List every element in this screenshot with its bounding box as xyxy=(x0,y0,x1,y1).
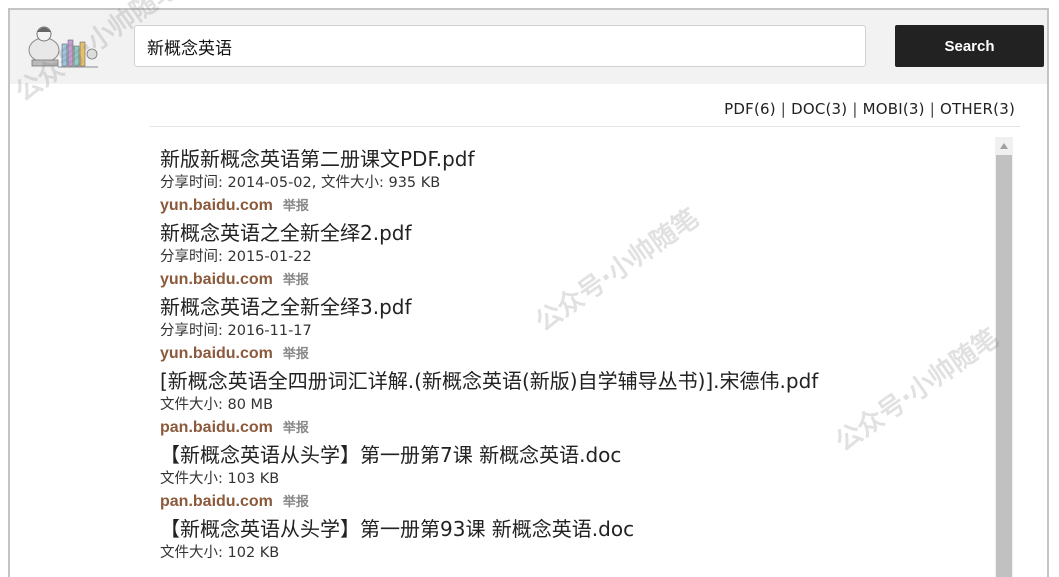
result-item: 新概念英语之全新全绎3.pdf 分享时间: 2016-11-17 yun.bai… xyxy=(160,294,980,368)
scroll-up-button[interactable] xyxy=(995,137,1013,155)
result-meta: 文件大小: 102 KB xyxy=(160,545,280,561)
result-source: yun.baidu.com 举报 xyxy=(160,342,980,366)
result-item: 新版新概念英语第二册课文PDF.pdf 分享时间: 2014-05-02, 文件… xyxy=(160,146,980,220)
result-title[interactable]: 新概念英语之全新全绎3.pdf xyxy=(160,294,980,320)
filter-doc[interactable]: DOC(3) xyxy=(791,100,847,118)
report-link[interactable]: 举报 xyxy=(283,273,309,288)
result-meta: 文件大小: 80 MB xyxy=(160,397,274,413)
result-title[interactable]: 【新概念英语从头学】第一册第7课 新概念英语.doc xyxy=(160,442,980,468)
result-domain-link[interactable]: yun.baidu.com xyxy=(160,345,273,362)
result-domain-link[interactable]: pan.baidu.com xyxy=(160,419,273,436)
triangle-up-icon xyxy=(1000,143,1008,149)
filter-pdf[interactable]: PDF(6) xyxy=(724,100,776,118)
filter-separator: | xyxy=(929,100,935,118)
file-type-filters: PDF(6) | DOC(3) | MOBI(3) | OTHER(3) xyxy=(724,100,1015,118)
result-meta: 分享时间: 2014-05-02, 文件大小: 935 KB xyxy=(160,175,441,191)
result-source: yun.baidu.com 举报 xyxy=(160,268,980,292)
scroll-thumb[interactable] xyxy=(996,155,1012,577)
result-item: 【新概念英语从头学】第一册第93课 新概念英语.doc 文件大小: 102 KB xyxy=(160,516,980,577)
result-item: 新概念英语之全新全绎2.pdf 分享时间: 2015-01-22 yun.bai… xyxy=(160,220,980,294)
filter-separator: | xyxy=(780,100,787,118)
filter-mobi[interactable]: MOBI(3) xyxy=(863,100,925,118)
site-logo[interactable] xyxy=(22,20,102,72)
result-source: pan.baidu.com 举报 xyxy=(160,490,980,514)
header-bar: Search xyxy=(10,10,1047,84)
search-button[interactable]: Search xyxy=(895,25,1044,67)
result-title[interactable]: 新版新概念英语第二册课文PDF.pdf xyxy=(160,146,980,172)
result-domain-link[interactable]: pan.baidu.com xyxy=(160,493,273,510)
report-link[interactable]: 举报 xyxy=(283,347,309,362)
result-item: [新概念英语全四册词汇详解.(新概念英语(新版)自学辅导丛书)].宋德伟.pdf… xyxy=(160,368,980,442)
report-link[interactable]: 举报 xyxy=(283,495,309,510)
result-item: 【新概念英语从头学】第一册第7课 新概念英语.doc 文件大小: 103 KB … xyxy=(160,442,980,516)
filter-other[interactable]: OTHER(3) xyxy=(940,100,1015,118)
result-source: pan.baidu.com 举报 xyxy=(160,416,980,440)
report-link[interactable]: 举报 xyxy=(283,421,309,436)
result-meta: 分享时间: 2015-01-22 xyxy=(160,249,312,265)
result-title[interactable]: 【新概念英语从头学】第一册第93课 新概念英语.doc xyxy=(160,516,980,542)
result-meta: 分享时间: 2016-11-17 xyxy=(160,323,312,339)
result-meta: 文件大小: 103 KB xyxy=(160,471,280,487)
result-title[interactable]: [新概念英语全四册词汇详解.(新概念英语(新版)自学辅导丛书)].宋德伟.pdf xyxy=(160,368,980,394)
results-list: 新版新概念英语第二册课文PDF.pdf 分享时间: 2014-05-02, 文件… xyxy=(160,146,980,577)
result-domain-link[interactable]: yun.baidu.com xyxy=(160,197,273,214)
app-frame: Search PDF(6)|DOC(3)|MOBI(3)|OTHER(3) 新版… xyxy=(8,8,1049,577)
search-input[interactable] xyxy=(134,25,866,67)
filter-separator: | xyxy=(852,100,858,118)
results-scrollbar[interactable] xyxy=(995,137,1013,577)
result-source: yun.baidu.com 举报 xyxy=(160,194,980,218)
result-domain-link[interactable]: yun.baidu.com xyxy=(160,271,273,288)
report-link[interactable]: 举报 xyxy=(283,199,309,214)
results-divider xyxy=(150,126,1020,127)
result-title[interactable]: 新概念英语之全新全绎2.pdf xyxy=(160,220,980,246)
